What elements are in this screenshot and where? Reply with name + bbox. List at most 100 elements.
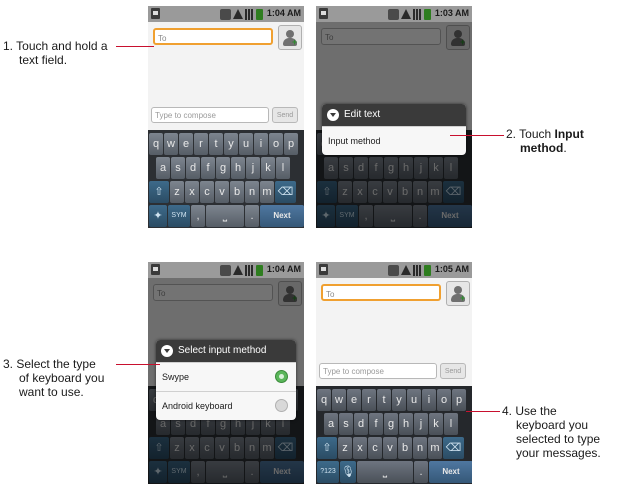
key-f[interactable]: f <box>201 157 215 179</box>
key-v[interactable]: v <box>383 437 397 459</box>
key-p[interactable]: p <box>284 133 298 155</box>
key-w[interactable]: w <box>164 133 178 155</box>
android-keyboard: q w e r t y u i o p a s d f g h j k l ⇧ … <box>316 386 472 484</box>
key-e[interactable]: e <box>179 133 193 155</box>
key-e[interactable]: e <box>347 389 361 411</box>
send-button[interactable]: Send <box>272 107 298 123</box>
key-p[interactable]: p <box>452 389 466 411</box>
key-a[interactable]: a <box>156 157 170 179</box>
key-r[interactable]: r <box>362 389 376 411</box>
key-h[interactable]: h <box>399 413 413 435</box>
space-key[interactable]: ⎵ <box>357 461 413 483</box>
key-d[interactable]: d <box>186 157 200 179</box>
period-key[interactable]: . <box>414 461 428 483</box>
callout-leader-3 <box>116 364 160 365</box>
next-key[interactable]: Next <box>260 205 304 227</box>
delete-key[interactable]: ⌫ <box>275 181 296 203</box>
phone-screen-3: 1:04 AM To + q w e r t y u i o p a s d f… <box>148 262 304 484</box>
key-l[interactable]: l <box>444 413 458 435</box>
key-g[interactable]: g <box>216 157 230 179</box>
key-h[interactable]: h <box>231 157 245 179</box>
key-q[interactable]: q <box>149 133 163 155</box>
key-q[interactable]: q <box>317 389 331 411</box>
warning-icon <box>233 265 243 275</box>
sym-key[interactable]: SYM <box>168 205 190 227</box>
key-t[interactable]: t <box>209 133 223 155</box>
key-a[interactable]: a <box>324 413 338 435</box>
space-key[interactable]: ⎵ <box>206 205 244 227</box>
key-l[interactable]: l <box>276 157 290 179</box>
key-g[interactable]: g <box>384 413 398 435</box>
key-u[interactable]: u <box>239 133 253 155</box>
option-android-keyboard[interactable]: Android keyboard <box>156 391 296 420</box>
key-u[interactable]: u <box>407 389 421 411</box>
signal-icon <box>413 265 423 276</box>
radio-unselected-icon[interactable] <box>275 399 288 412</box>
key-f[interactable]: f <box>369 413 383 435</box>
key-y[interactable]: y <box>392 389 406 411</box>
key-o[interactable]: o <box>437 389 451 411</box>
key-z[interactable]: z <box>338 437 352 459</box>
key-r[interactable]: r <box>194 133 208 155</box>
swype-icon[interactable]: ✦ <box>149 205 167 227</box>
dialog-title: Select input method <box>156 340 296 362</box>
radio-selected-icon[interactable] <box>275 370 288 383</box>
key-j[interactable]: j <box>246 157 260 179</box>
status-bar: 1:04 AM <box>148 6 304 22</box>
microphone-icon[interactable]: 🎙 <box>340 461 356 483</box>
usb-icon <box>388 9 399 20</box>
key-z[interactable]: z <box>170 181 184 203</box>
num-key[interactable]: ?123 <box>317 461 339 483</box>
swype-keyboard: q w e r t y u i o p a s d f g h j k l ⇧ … <box>148 130 304 228</box>
next-key[interactable]: Next <box>429 461 472 483</box>
warning-icon <box>401 265 411 275</box>
delete-key[interactable]: ⌫ <box>443 437 464 459</box>
warning-icon <box>401 9 411 19</box>
key-m[interactable]: m <box>260 181 274 203</box>
key-w[interactable]: w <box>332 389 346 411</box>
key-b[interactable]: b <box>230 181 244 203</box>
input-method-item[interactable]: Input method <box>322 126 466 155</box>
key-i[interactable]: i <box>422 389 436 411</box>
key-v[interactable]: v <box>215 181 229 203</box>
key-n[interactable]: n <box>413 437 427 459</box>
key-s[interactable]: s <box>339 413 353 435</box>
status-clock: 1:04 AM <box>266 8 301 18</box>
key-s[interactable]: s <box>171 157 185 179</box>
battery-icon <box>256 265 263 276</box>
usb-icon <box>220 9 231 20</box>
key-x[interactable]: x <box>353 437 367 459</box>
compose-field[interactable]: Type to compose <box>319 363 437 379</box>
status-bar: 1:05 AM <box>316 262 472 278</box>
shift-key[interactable]: ⇧ <box>317 437 337 459</box>
send-button[interactable]: Send <box>440 363 466 379</box>
key-d[interactable]: d <box>354 413 368 435</box>
key-o[interactable]: o <box>269 133 283 155</box>
period-key[interactable]: . <box>245 205 259 227</box>
callout-step-2: 2. Touch Input method. <box>506 127 584 155</box>
callout-leader-2 <box>450 135 504 136</box>
key-k[interactable]: k <box>429 413 443 435</box>
key-x[interactable]: x <box>185 181 199 203</box>
comma-key[interactable]: , <box>191 205 205 227</box>
add-contact-button[interactable]: + <box>446 281 470 306</box>
option-swype[interactable]: Swype <box>156 362 296 391</box>
key-i[interactable]: i <box>254 133 268 155</box>
key-j[interactable]: j <box>414 413 428 435</box>
key-c[interactable]: c <box>368 437 382 459</box>
shift-key[interactable]: ⇧ <box>149 181 169 203</box>
key-k[interactable]: k <box>261 157 275 179</box>
compose-field[interactable]: Type to compose <box>151 107 269 123</box>
key-n[interactable]: n <box>245 181 259 203</box>
to-field[interactable]: To <box>153 28 273 45</box>
add-contact-button[interactable]: + <box>278 25 302 50</box>
status-bar: 1:03 AM <box>316 6 472 22</box>
key-y[interactable]: y <box>224 133 238 155</box>
status-clock: 1:04 AM <box>266 264 301 274</box>
key-c[interactable]: c <box>200 181 214 203</box>
to-field[interactable]: To <box>321 284 441 301</box>
callout-leader-4 <box>466 411 500 412</box>
key-m[interactable]: m <box>428 437 442 459</box>
key-t[interactable]: t <box>377 389 391 411</box>
key-b[interactable]: b <box>398 437 412 459</box>
